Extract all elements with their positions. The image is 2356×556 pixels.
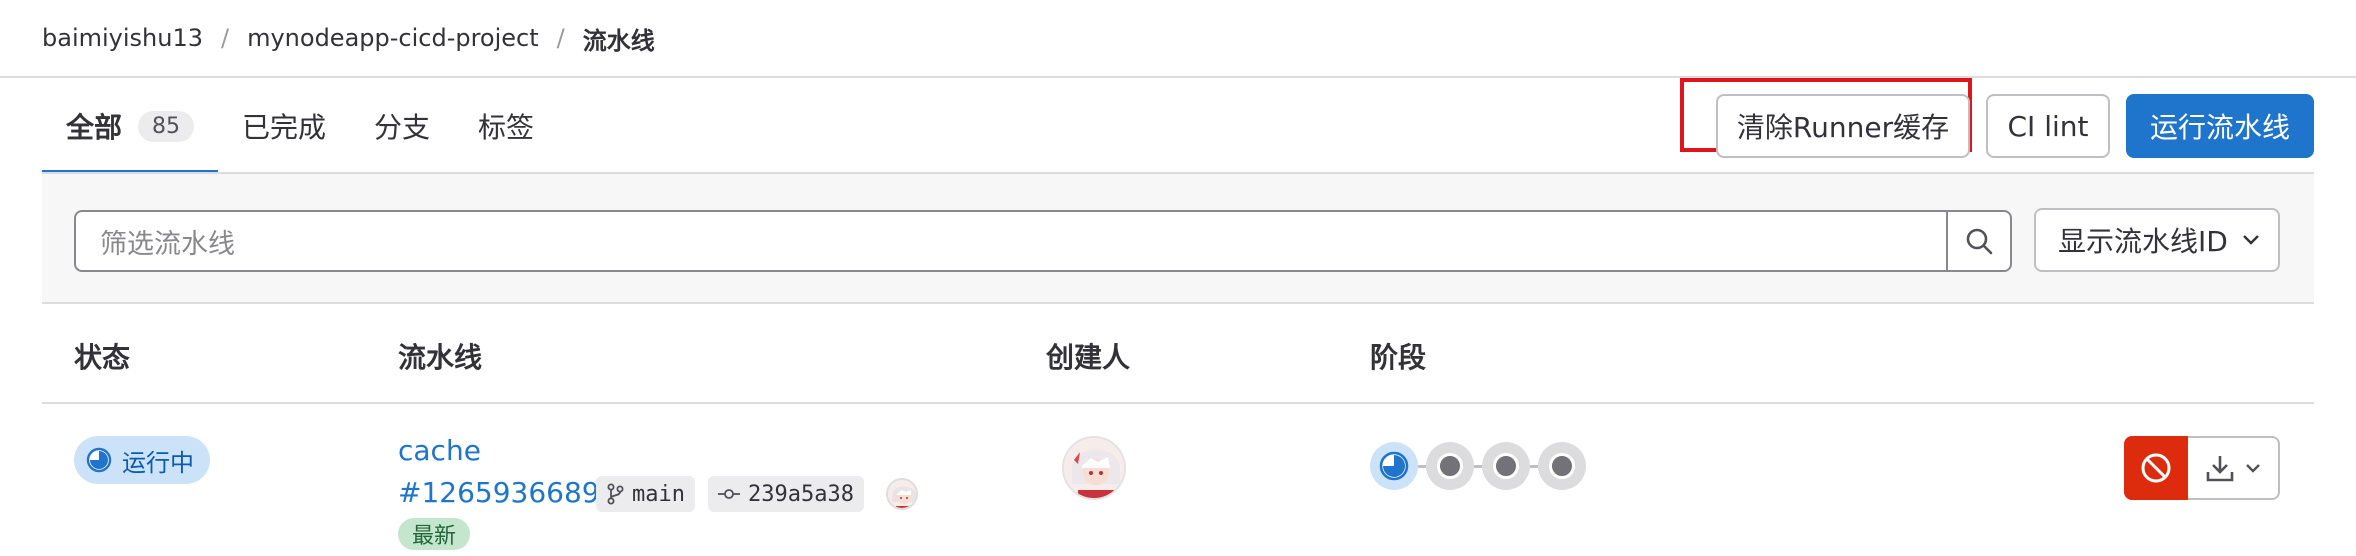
pipeline-id-link[interactable]: #1265936689 <box>398 476 600 509</box>
stage-pending[interactable] <box>1426 442 1474 490</box>
branch-icon <box>607 483 624 505</box>
breadcrumb-separator: / <box>221 24 230 52</box>
commit-chip[interactable]: 239a5a38 <box>708 476 864 512</box>
tab-label: 分支 <box>374 111 431 144</box>
search-icon <box>1966 228 1993 255</box>
commit-author-avatar[interactable] <box>886 478 918 510</box>
cancel-icon <box>2141 453 2171 483</box>
breadcrumb-project[interactable]: mynodeapp-cicd-project <box>247 24 539 52</box>
stage-connector <box>1530 464 1538 468</box>
cancel-pipeline-button[interactable] <box>2124 436 2188 500</box>
breadcrumb-user[interactable]: baimiyishu13 <box>42 24 203 52</box>
tab-finished[interactable]: 已完成 <box>218 78 350 174</box>
chevron-down-icon <box>2246 464 2260 473</box>
tab-branches[interactable]: 分支 <box>350 78 454 174</box>
pending-status-icon <box>1493 453 1519 479</box>
commit-sha: 239a5a38 <box>748 481 854 507</box>
chevron-down-icon <box>2242 235 2259 245</box>
show-pipeline-id-dropdown[interactable]: 显示流水线ID <box>2034 208 2280 272</box>
clear-runner-cache-button[interactable]: 清除Runner缓存 <box>1716 94 1970 158</box>
tab-count-badge: 85 <box>138 110 195 142</box>
tab-all[interactable]: 全部 85 <box>42 78 219 174</box>
breadcrumb: baimiyishu13 / mynodeapp-cicd-project / … <box>42 0 655 76</box>
breadcrumb-current: 流水线 <box>582 26 655 55</box>
avatar-image <box>1064 438 1124 498</box>
branch-name: main <box>632 481 685 507</box>
column-header-stages: 阶段 <box>1370 341 1427 374</box>
stage-connector <box>1418 464 1426 468</box>
stage-pending[interactable] <box>1482 442 1530 490</box>
search-button[interactable] <box>1946 210 2012 272</box>
tab-label: 标签 <box>478 111 535 144</box>
status-badge[interactable]: 运行中 <box>74 436 210 484</box>
pipelines-page: baimiyishu13 / mynodeapp-cicd-project / … <box>0 0 2356 556</box>
creator-avatar[interactable] <box>1062 436 1126 500</box>
avatar-image <box>888 480 916 508</box>
divider <box>42 402 2314 404</box>
pending-status-icon <box>1549 453 1575 479</box>
branch-chip[interactable]: main <box>596 476 695 512</box>
column-header-status: 状态 <box>74 341 131 374</box>
latest-badge: 最新 <box>398 518 471 550</box>
tab-label: 全部 <box>66 111 123 144</box>
commit-icon <box>718 489 740 499</box>
download-artifacts-dropdown[interactable] <box>2188 436 2280 500</box>
dropdown-label: 显示流水线ID <box>2058 225 2228 258</box>
status-label: 运行中 <box>122 448 194 477</box>
pending-status-icon <box>1437 453 1463 479</box>
pipeline-name-link[interactable]: cache <box>398 434 481 467</box>
tab-tags[interactable]: 标签 <box>454 78 558 174</box>
running-status-icon <box>86 447 112 473</box>
pipeline-stages <box>1370 442 1586 490</box>
running-status-icon <box>1379 451 1409 481</box>
breadcrumb-separator: / <box>556 24 565 52</box>
ci-lint-button[interactable]: CI lint <box>1986 94 2110 158</box>
divider <box>42 302 2314 304</box>
column-header-creator: 创建人 <box>1046 341 1131 374</box>
column-header-pipeline: 流水线 <box>398 341 483 374</box>
run-pipeline-button[interactable]: 运行流水线 <box>2126 94 2314 158</box>
filter-pipelines-input[interactable]: 筛选流水线 <box>74 210 1948 272</box>
stage-connector <box>1474 464 1482 468</box>
stage-running[interactable] <box>1370 442 1418 490</box>
pipeline-tabs: 全部 85 已完成 分支 标签 <box>42 78 558 174</box>
stage-pending[interactable] <box>1538 442 1586 490</box>
download-icon <box>2206 456 2234 482</box>
tab-label: 已完成 <box>242 111 327 144</box>
